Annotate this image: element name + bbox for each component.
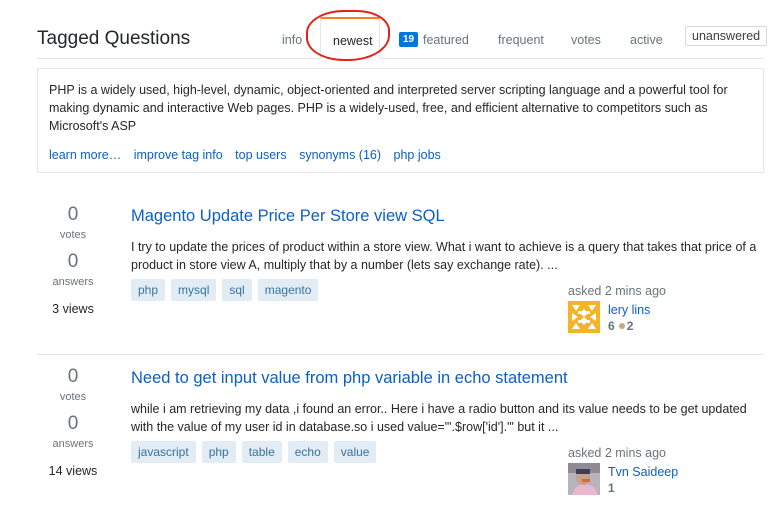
question-summary: 0 votes 0 answers 14 views Need to get i… [37, 366, 764, 507]
vote-count: 0 [67, 366, 79, 387]
view-count: 14 views [48, 464, 98, 478]
view-count: 3 views [52, 302, 94, 316]
tab-newest[interactable]: newest [320, 17, 380, 59]
tag-mysql[interactable]: mysql [171, 279, 217, 301]
page-header: Tagged Questions info newest 19 featured… [37, 0, 768, 59]
tag-links: learn more… improve tag info top users s… [49, 148, 752, 162]
user-name-link[interactable]: Tvn Saideep [608, 465, 678, 479]
asked-time: asked 2 mins ago [568, 284, 666, 298]
learn-more-link[interactable]: learn more… [49, 148, 121, 162]
question-stats: 0 votes 0 answers 3 views [37, 204, 109, 316]
tab-unanswered[interactable]: unanswered [685, 26, 768, 46]
vote-count: 0 [67, 204, 79, 225]
user-card: asked 2 mins ago lery lins 62 [568, 284, 748, 335]
reputation-score: 6 [608, 319, 615, 333]
votes-label: votes [59, 229, 87, 241]
answer-count: 0 [67, 413, 79, 434]
question-title-link[interactable]: Need to get input value from php variabl… [131, 369, 568, 388]
tab-featured[interactable]: featured [423, 33, 469, 47]
user-reputation: 62 [608, 319, 633, 333]
tag-sql[interactable]: sql [222, 279, 252, 301]
question-stats: 0 votes 0 answers 14 views [37, 366, 109, 478]
tag-javascript[interactable]: javascript [131, 441, 196, 463]
improve-tag-info-link[interactable]: improve tag info [134, 148, 223, 162]
question-summary: 0 votes 0 answers 3 views Magento Update… [37, 204, 764, 355]
answers-label: answers [52, 276, 94, 288]
user-name-link[interactable]: lery lins [608, 303, 650, 317]
tab-newest-label: newest [333, 34, 373, 48]
tag-php[interactable]: php [131, 279, 166, 301]
reputation-score: 1 [608, 481, 615, 495]
tag-php[interactable]: php [201, 441, 236, 463]
question-excerpt: while i am retrieving my data ,i found a… [131, 402, 747, 434]
user-photo-avatar[interactable] [568, 463, 600, 495]
tag-magento[interactable]: magento [257, 279, 319, 301]
tag-value[interactable]: value [333, 441, 377, 463]
question-tags: javascript php table echo value [131, 441, 377, 463]
answer-count: 0 [67, 251, 79, 272]
identicon-avatar[interactable] [568, 301, 600, 333]
question-excerpt: I try to update the prices of product wi… [131, 240, 757, 272]
bronze-badge-count: 2 [626, 319, 634, 333]
tab-info[interactable]: info [282, 33, 302, 47]
asked-time: asked 2 mins ago [568, 446, 666, 460]
tag-table[interactable]: table [241, 441, 282, 463]
bronze-badge-icon [618, 323, 625, 330]
question-title-link[interactable]: Magento Update Price Per Store view SQL [131, 207, 445, 226]
user-card: asked 2 mins ago Tvn Saideep 1 [568, 446, 748, 497]
question-tags: php mysql sql magento [131, 279, 319, 301]
tab-votes[interactable]: votes [571, 33, 601, 47]
tab-frequent[interactable]: frequent [498, 33, 544, 47]
synonyms-link[interactable]: synonyms (16) [299, 148, 381, 162]
featured-count-badge[interactable]: 19 [399, 32, 419, 47]
php-jobs-link[interactable]: php jobs [394, 148, 441, 162]
top-users-link[interactable]: top users [235, 148, 286, 162]
tag-description: PHP is a widely used, high-level, dynami… [49, 83, 728, 133]
tab-active[interactable]: active [630, 33, 663, 47]
answers-label: answers [52, 438, 94, 450]
tag-info-box: PHP is a widely used, high-level, dynami… [37, 68, 764, 173]
tag-echo[interactable]: echo [287, 441, 328, 463]
sort-tabs: info newest 19 featured frequent votes a… [37, 0, 768, 59]
votes-label: votes [59, 391, 87, 403]
